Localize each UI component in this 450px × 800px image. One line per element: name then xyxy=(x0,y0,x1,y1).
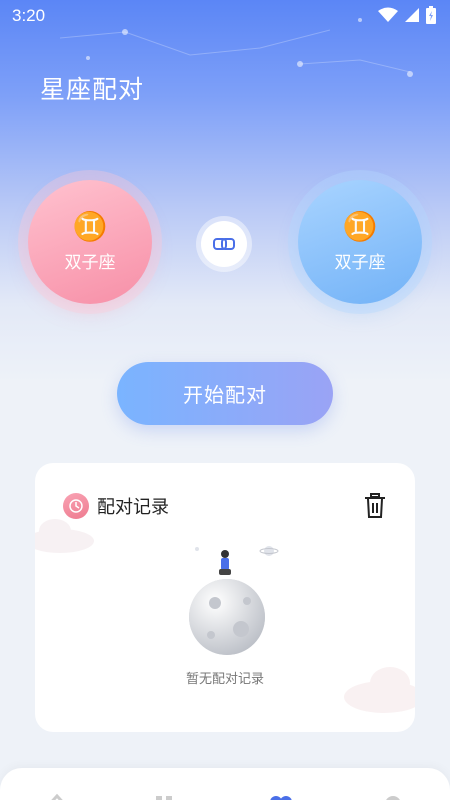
records-title: 配对记录 xyxy=(97,497,169,518)
right-sign-name: 双子座 xyxy=(334,252,386,273)
status-time: 3:20 xyxy=(12,6,46,25)
left-sign-selector[interactable]: ♊ 双子座 xyxy=(28,180,152,304)
clock-icon xyxy=(63,493,89,519)
bottom-nav xyxy=(0,768,450,800)
page-title: 星座配对 xyxy=(40,75,145,104)
battery-icon xyxy=(426,6,436,24)
start-match-button[interactable]: 开始配对 xyxy=(117,362,333,425)
signal-icon xyxy=(405,8,419,22)
status-bar: 3:20 xyxy=(0,0,450,32)
empty-moon-illustration xyxy=(189,546,279,655)
right-sign-selector[interactable]: ♊ 双子座 xyxy=(298,180,422,304)
link-badge xyxy=(201,221,247,267)
nav-profile-icon[interactable] xyxy=(380,790,406,800)
link-icon xyxy=(213,238,235,250)
left-sign-name: 双子座 xyxy=(64,252,116,273)
empty-records-text: 暂无配对记录 xyxy=(185,672,264,687)
trash-icon[interactable] xyxy=(363,493,387,519)
nav-home-icon[interactable] xyxy=(44,790,70,800)
records-header: 配对记录 xyxy=(63,493,169,519)
nav-grid-icon[interactable] xyxy=(152,790,178,800)
wifi-icon xyxy=(378,7,398,22)
match-records-card: 配对记录 暂无配对记录 xyxy=(35,463,415,732)
cloud-decoration xyxy=(35,519,94,553)
nav-match-icon[interactable] xyxy=(268,790,294,800)
gemini-icon: ♊ xyxy=(72,209,108,243)
gemini-icon: ♊ xyxy=(342,209,378,243)
status-icons xyxy=(378,6,436,24)
